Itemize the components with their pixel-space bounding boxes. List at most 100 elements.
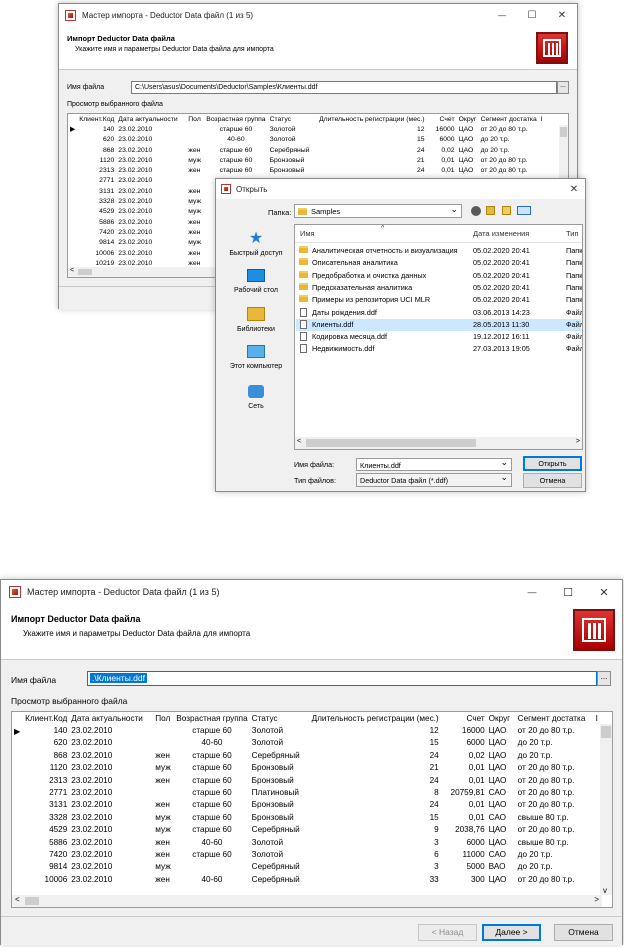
folder-select[interactable]: Samples ⌄ [294,204,462,218]
up-folder-icon[interactable] [486,206,495,215]
column-account[interactable]: Счет [441,712,487,724]
place-desktop[interactable]: Рабочий стол [220,269,292,294]
scroll-left-arrow[interactable]: < [70,267,74,274]
table-row[interactable]: 5886 23.02.2010 жен 40-60 Золотой 3 6000 ЦАО свы… [12,836,604,848]
file-list-hscroll[interactable]: < > [295,437,582,449]
scroll-right-arrow[interactable]: > [594,895,599,904]
chevron-down-icon: ⌄ [450,204,458,214]
file-row[interactable]: Даты рождения.ddf 03.06.2013 14:23 Файл [296,307,582,319]
column-type[interactable]: Тип [566,229,579,238]
open-dialog-cancel-button[interactable]: Отмена [523,473,582,488]
close-button[interactable]: ✕ [586,586,622,599]
column-status[interactable]: Статус [250,712,306,724]
minimize-button[interactable]: — [487,11,517,20]
scroll-down-arrow[interactable]: v [603,886,607,895]
column-segment[interactable]: Сегмент достатка [516,712,594,724]
table-row[interactable]: 9814 23.02.2010 муж Серебряный 3 5000 ВАО до 20… [12,861,604,873]
vertical-scrollbar[interactable]: v [600,724,612,895]
column-account[interactable]: Счет [427,114,457,124]
file-row[interactable]: Клиенты.ddf 28.05.2013 11:30 Файл [296,318,582,332]
scroll-left-arrow[interactable]: < [297,438,301,445]
file-row[interactable]: Недвижимость.ddf 27.03.2013 19:05 Файл [296,343,582,355]
column-status[interactable]: Статус [268,114,313,124]
table-row[interactable]: 3328 23.02.2010 муж старше 60 Бронзовый 15 0,0… [12,811,604,823]
maximize-button[interactable]: ☐ [517,10,547,21]
column-client-code[interactable]: Клиент.Код [22,712,69,724]
open-dialog-close-button[interactable]: ✕ [563,184,585,195]
column-extra[interactable]: I [539,114,559,124]
table-row[interactable]: 7420 23.02.2010 жен старше 60 Золотой 6 11000 С… [12,848,604,860]
table-row[interactable]: 620 23.02.2010 40-60 Золотой 15 6000 ЦАО до 20 … [68,135,559,145]
table-row[interactable]: 1120 23.02.2010 муж старше 60 Бронзовый 21 0,0… [12,762,604,774]
maximize-button[interactable]: ☐ [550,586,586,599]
file-row[interactable]: Примеры из репозитория UCI MLR 05.02.2020… [296,294,583,306]
back-icon[interactable] [471,206,481,216]
file-row[interactable]: Предобработка и очистка данных 05.02.2020… [296,270,582,282]
column-sex[interactable]: Пол [186,114,204,124]
place-quick-access[interactable]: ★ Быстрый доступ [220,231,292,258]
open-dialog-title-bar[interactable]: Открыть ✕ [216,179,585,199]
title-bar[interactable]: Мастер импорта - Deductor Data файл (1 и… [59,4,577,26]
title-bar[interactable]: Мастер импорта - Deductor Data файл (1 и… [1,580,622,604]
scroll-right-arrow[interactable]: > [576,438,580,445]
column-district[interactable]: Округ [487,712,516,724]
table-row[interactable]: 2771 23.02.2010 старше 60 Платиновый 8 20759,… [12,786,604,798]
filename-input[interactable]: C:\Users\asus\Documents\Deductor\Samples… [131,81,557,94]
scroll-thumb[interactable] [601,726,611,738]
column-duration[interactable]: Длительность регистрации (мес.) [313,114,427,124]
window-title: Мастер импорта - Deductor Data файл (1 и… [82,10,254,20]
scroll-left-arrow[interactable]: < [15,895,20,904]
table-row[interactable]: 3131 23.02.2010 жен старше 60 Бронзовый 24 0,0… [12,799,604,811]
close-button[interactable]: ✕ [547,10,577,21]
table-row[interactable]: 2313 23.02.2010 жен старше 60 Бронзовый 24 0,0… [12,774,604,786]
filename-input[interactable]: .\Клиенты.ddf [87,671,597,686]
table-row[interactable]: ▶ 140 23.02.2010 старше 60 Золотой 12 16000 ЦАО… [12,724,604,736]
table-row[interactable]: 10006 23.02.2010 жен 40-60 Серебряный 33 300 ЦА… [12,873,604,885]
preview-grid[interactable]: Клиент.Код Дата актуальности Пол Возрастная… [11,711,613,908]
file-list[interactable]: Имя ^ Дата изменения Тип Аналитическая о… [294,224,583,450]
place-this-pc[interactable]: Этот компьютер [220,345,292,370]
horizontal-scrollbar[interactable]: < > [12,895,602,907]
column-extra[interactable]: I [594,712,604,724]
scroll-thumb-h[interactable] [25,897,39,905]
file-type: Папк [566,295,583,305]
back-button[interactable]: < Назад [418,924,477,941]
table-row[interactable]: 868 23.02.2010 жен старше 60 Серебряный 24 0,0… [68,145,559,155]
column-sex[interactable]: Пол [153,712,174,724]
file-row[interactable]: Кодировка месяца.ddf 19.12.2012 16:11 Файл [296,331,582,343]
column-segment[interactable]: Сегмент достатка [479,114,539,124]
table-row[interactable]: 4529 23.02.2010 муж старше 60 Серебряный 9 203… [12,824,604,836]
cancel-button[interactable]: Отмена [554,924,613,941]
filename-input[interactable]: Клиенты.ddf ⌄ [356,457,512,471]
column-date[interactable]: Дата актуальности [69,712,153,724]
place-network[interactable]: Сеть [220,385,292,410]
scroll-thumb[interactable] [560,127,567,137]
column-district[interactable]: Округ [457,114,479,124]
browse-button[interactable]: ... [597,671,611,686]
place-libraries[interactable]: Библиотеки [220,307,292,333]
table-row[interactable]: 620 23.02.2010 40-60 Золотой 15 6000 ЦАО до 20 … [12,737,604,749]
scroll-thumb-h[interactable] [306,439,476,447]
browse-button[interactable]: ... [557,81,569,94]
minimize-button[interactable]: — [514,587,550,597]
column-duration[interactable]: Длительность регистрации (мес.) [306,712,441,724]
column-name[interactable]: Имя [300,229,315,238]
file-row[interactable]: Описательная аналитика 05.02.2020 20:41 Па… [296,257,582,269]
scroll-thumb-h[interactable] [78,269,92,275]
new-folder-icon[interactable] [502,206,511,215]
file-row[interactable]: Аналитическая отчетность и визуализация 0… [296,245,582,257]
view-menu-icon[interactable] [517,206,531,215]
table-row[interactable]: 868 23.02.2010 жен старше 60 Серебряный 24 0,0… [12,749,604,761]
filetype-select[interactable]: Deductor Data файл (*.ddf) ⌄ [356,472,512,487]
file-row[interactable]: Предсказательная аналитика 05.02.2020 20:… [296,282,582,294]
column-client-code[interactable]: Клиент.Код [77,114,116,124]
table-row[interactable]: 2313 23.02.2010 жен старше 60 Бронзовый 24 0,0… [68,165,559,175]
table-row[interactable]: 1120 23.02.2010 муж старше 60 Бронзовый 21 0,0… [68,155,559,165]
column-modified[interactable]: Дата изменения [473,229,529,238]
next-button[interactable]: Далее > [482,924,541,941]
column-age-group[interactable]: Возрастная группа [174,712,249,724]
open-button[interactable]: Открыть [523,456,582,471]
column-date[interactable]: Дата актуальности [116,114,186,124]
table-row[interactable]: ▶ 140 23.02.2010 старше 60 Золотой 12 16000 ЦАО… [68,124,559,134]
column-age-group[interactable]: Возрастная группа [204,114,267,124]
